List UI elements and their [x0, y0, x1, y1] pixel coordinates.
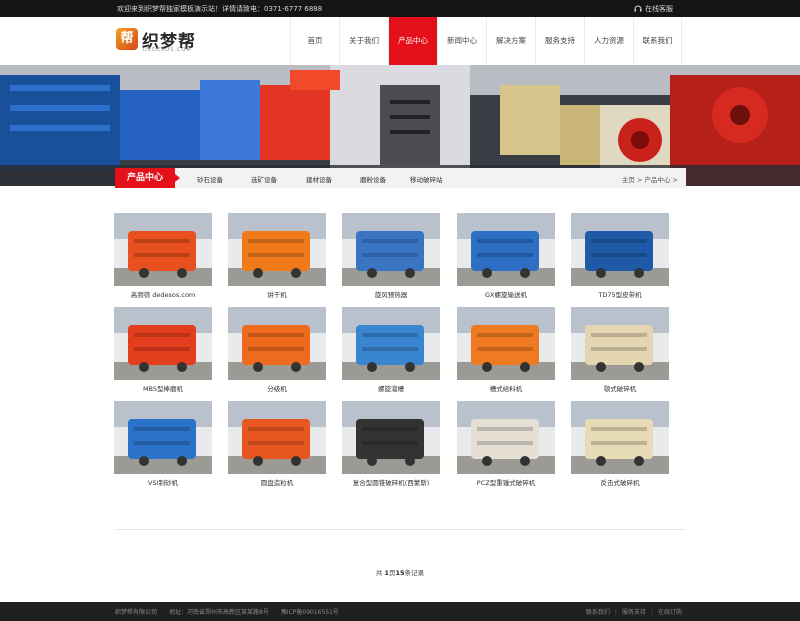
- product-card[interactable]: 旋风预热器: [342, 213, 440, 301]
- product-card[interactable]: PCZ型重锤式破碎机: [457, 401, 555, 489]
- product-image[interactable]: [571, 213, 669, 286]
- product-name[interactable]: 烘干机: [228, 289, 326, 299]
- footer-links: 联系我们 | 服务支持 | 在线订购: [586, 607, 682, 616]
- nav-item-hr[interactable]: 人力资源: [584, 17, 633, 65]
- product-card[interactable]: 螺旋溜槽: [342, 307, 440, 395]
- pager-suffix: 条记录: [404, 569, 425, 577]
- product-name[interactable]: 旋风预热器: [342, 289, 440, 299]
- product-card[interactable]: MBS型棒磨机: [114, 307, 212, 395]
- product-card[interactable]: 反击式破碎机: [571, 401, 669, 489]
- product-card[interactable]: 圆盘造粒机: [228, 401, 326, 489]
- pagination-info: 共 1页15条记录: [0, 567, 800, 577]
- nav-item-support[interactable]: 服务支持: [535, 17, 584, 65]
- product-name[interactable]: 螺旋溜槽: [342, 383, 440, 393]
- category-grinding[interactable]: 磨粉设备: [360, 174, 386, 184]
- product-name[interactable]: 颚式破碎机: [571, 383, 669, 393]
- product-name[interactable]: 复合型圆锥破碎机(西蒙斯): [342, 477, 440, 487]
- product-image[interactable]: [228, 213, 326, 286]
- product-card[interactable]: 槽式给料机: [457, 307, 555, 395]
- header: 帮 织梦帮 DEDESOS.COM 首页 关于我们 产品中心 新闻中心 解决方案…: [0, 17, 800, 65]
- product-image[interactable]: [457, 401, 555, 474]
- logo[interactable]: 帮 织梦帮 DEDESOS.COM: [116, 27, 196, 55]
- category-mobile-crusher[interactable]: 移动破碎站: [410, 174, 443, 184]
- footer-link-contact[interactable]: 联系我们: [586, 609, 610, 616]
- product-name[interactable]: 圆盘造粒机: [228, 477, 326, 487]
- product-name[interactable]: 高频筛 dedesos.com: [114, 289, 212, 299]
- product-name[interactable]: 反击式破碎机: [571, 477, 669, 487]
- product-card[interactable]: GX螺旋输送机: [457, 213, 555, 301]
- footer-separator: |: [650, 609, 653, 616]
- product-image[interactable]: [342, 401, 440, 474]
- product-image[interactable]: [228, 401, 326, 474]
- product-image[interactable]: [457, 213, 555, 286]
- product-image[interactable]: [342, 213, 440, 286]
- main-nav: 首页 关于我们 产品中心 新闻中心 解决方案 服务支持 人力资源 联系我们: [290, 17, 682, 65]
- footer-separator: |: [614, 609, 617, 616]
- footer-copyright: 织梦帮有限公司 地址：河南省郑州市高新区某某路8号 豫ICP备09016551号: [115, 609, 339, 616]
- footer-link-order[interactable]: 在线订购: [658, 609, 682, 616]
- nav-item-about[interactable]: 关于我们: [339, 17, 388, 65]
- pager-records: 15: [395, 569, 405, 577]
- product-name[interactable]: TD75型皮带机: [571, 289, 669, 299]
- product-image[interactable]: [114, 401, 212, 474]
- category-building-materials[interactable]: 建材设备: [306, 174, 332, 184]
- breadcrumb[interactable]: 主页 > 产品中心 >: [622, 174, 678, 184]
- product-card[interactable]: 颚式破碎机: [571, 307, 669, 395]
- nav-item-solutions[interactable]: 解决方案: [486, 17, 535, 65]
- headset-icon: [634, 5, 642, 12]
- product-name[interactable]: MBS型棒磨机: [114, 383, 212, 393]
- product-name[interactable]: 分级机: [228, 383, 326, 393]
- category-bar: 产品中心 砂石设备 选矿设备 建材设备 磨粉设备 移动破碎站 主页 > 产品中心…: [115, 168, 686, 188]
- nav-item-news[interactable]: 新闻中心: [437, 17, 486, 65]
- product-name[interactable]: GX螺旋输送机: [457, 289, 555, 299]
- footer-link-support[interactable]: 服务支持: [622, 609, 646, 616]
- section-title-arrow: [175, 174, 180, 182]
- product-image[interactable]: [571, 401, 669, 474]
- pager-prefix: 共: [375, 569, 385, 577]
- logo-mark: 帮: [116, 28, 138, 50]
- divider: [115, 529, 686, 530]
- online-service-label: 在线客服: [645, 5, 673, 13]
- product-card[interactable]: 分级机: [228, 307, 326, 395]
- nav-item-contact[interactable]: 联系我们: [633, 17, 682, 65]
- product-card[interactable]: VSI制砂机: [114, 401, 212, 489]
- product-image[interactable]: [457, 307, 555, 380]
- product-name[interactable]: PCZ型重锤式破碎机: [457, 477, 555, 487]
- product-image[interactable]: [571, 307, 669, 380]
- product-image[interactable]: [114, 213, 212, 286]
- category-ore-dressing[interactable]: 选矿设备: [251, 174, 277, 184]
- section-title: 产品中心: [115, 168, 175, 188]
- welcome-text: 欢迎来到织梦帮独家模板演示站！详情请致电：0371-6777 6888: [117, 5, 323, 13]
- product-card[interactable]: 高频筛 dedesos.com: [114, 213, 212, 301]
- product-image[interactable]: [342, 307, 440, 380]
- product-name[interactable]: VSI制砂机: [114, 477, 212, 487]
- nav-item-products[interactable]: 产品中心: [388, 17, 437, 65]
- product-card[interactable]: 复合型圆锥破碎机(西蒙斯): [342, 401, 440, 489]
- product-name[interactable]: 槽式给料机: [457, 383, 555, 393]
- product-image[interactable]: [228, 307, 326, 380]
- online-service-link[interactable]: 在线客服: [634, 4, 673, 14]
- product-card[interactable]: TD75型皮带机: [571, 213, 669, 301]
- product-card[interactable]: 烘干机: [228, 213, 326, 301]
- footer: 织梦帮有限公司 地址：河南省郑州市高新区某某路8号 豫ICP备09016551号…: [0, 602, 800, 621]
- top-bar: 欢迎来到织梦帮独家模板演示站！详情请致电：0371-6777 6888 在线客服: [0, 0, 800, 17]
- product-image[interactable]: [114, 307, 212, 380]
- nav-item-home[interactable]: 首页: [290, 17, 339, 65]
- logo-sub: DEDESOS.COM: [143, 47, 192, 53]
- category-sand-stone[interactable]: 砂石设备: [197, 174, 223, 184]
